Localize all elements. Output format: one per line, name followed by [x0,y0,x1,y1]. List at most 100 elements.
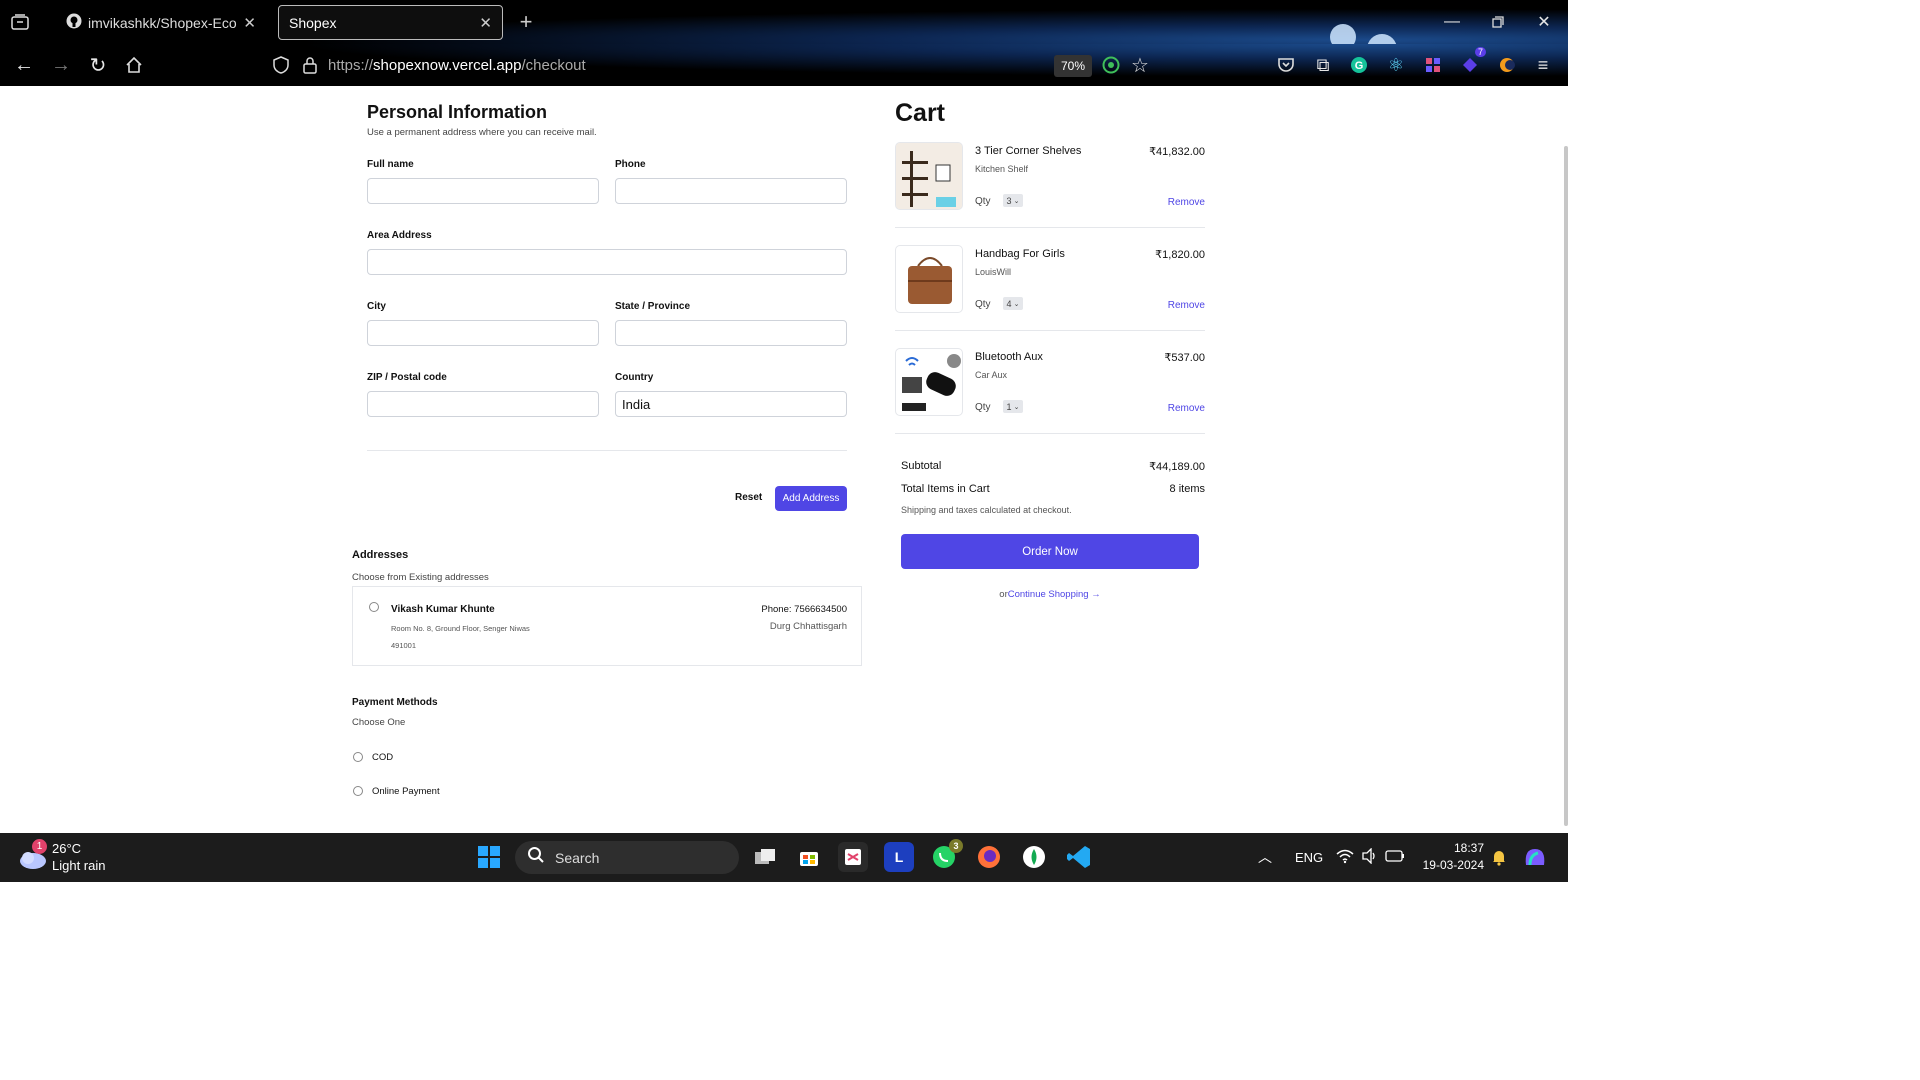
lock-icon[interactable] [298,53,322,77]
cart-item-brand: Kitchen Shelf [975,164,1029,174]
cart-item-brand: LouisWill [975,267,1012,277]
addresses-title: Addresses [352,549,409,561]
order-now-button[interactable]: Order Now [901,534,1199,569]
qty-select[interactable]: 4 ⌄ [1003,297,1023,310]
bookmark-star-icon[interactable]: ☆ [1128,53,1152,77]
city-input[interactable] [367,320,599,346]
react-devtools-icon[interactable]: ⚛ [1384,53,1408,77]
online-payment-label: Online Payment [372,786,440,797]
snipping-tool-icon[interactable] [838,842,868,872]
chevron-down-icon: ⌄ [1013,300,1020,308]
remove-button[interactable]: Remove [1168,403,1205,414]
extension-badge-icon[interactable]: 7 [1458,47,1486,77]
qty-select[interactable]: 1 ⌄ [1003,400,1023,413]
cart-item-name[interactable]: Bluetooth Aux [975,351,1043,363]
continue-shopping-link[interactable]: Continue Shopping → [1008,589,1101,600]
state-input[interactable] [615,320,847,346]
forward-icon[interactable]: → [49,53,73,77]
restore-icon[interactable] [1486,10,1510,34]
whatsapp-badge: 3 [949,839,963,853]
menu-icon[interactable]: ≡ [1531,53,1555,77]
product-thumbnail [895,142,963,210]
cart-item-name[interactable]: Handbag For Girls [975,248,1065,260]
address-card[interactable]: Vikash Kumar Khunte Room No. 8, Ground F… [352,586,862,666]
vscode-icon[interactable] [1064,842,1094,872]
volume-icon[interactable] [1361,847,1379,869]
firefox-icon[interactable] [974,842,1004,872]
show-hidden-icons[interactable]: ︿ [1258,847,1272,867]
qty-label: Qty [975,196,991,207]
subtotal-value: ₹44,189.00 [1149,461,1205,473]
weather-widget[interactable]: 1 26°C Light rain [14,839,134,877]
extension-badge-count: 7 [1474,47,1486,57]
language-indicator[interactable]: ENG [1295,850,1323,865]
country-select[interactable]: India [615,391,847,417]
tab-overview-icon[interactable] [8,10,32,34]
cart-item-name[interactable]: 3 Tier Corner Shelves [975,145,1081,157]
whatsapp-icon[interactable]: 3 [929,839,963,872]
form-divider [367,450,847,451]
phone-input[interactable] [615,178,847,204]
country-label: Country [615,372,654,383]
weather-desc: Light rain [52,858,106,873]
tab-shopex[interactable]: Shopex ✕ [278,5,503,40]
tab-github[interactable]: imvikashkk/Shopex-Ecommerce ✕ [56,5,266,40]
remove-button[interactable]: Remove [1168,300,1205,311]
online-payment-radio[interactable] [353,786,363,796]
reset-button[interactable]: Reset [735,492,762,503]
tracking-shield-icon[interactable] [269,53,293,77]
notification-bell-icon[interactable] [1491,848,1507,871]
profile-icon[interactable] [1495,53,1519,77]
remove-button[interactable]: Remove [1168,197,1205,208]
pocket-icon[interactable] [1274,53,1298,77]
back-icon[interactable]: ← [12,53,36,77]
cart-item-brand: Car Aux [975,370,1008,380]
url-field[interactable]: https://shopexnow.vercel.app/checkout [328,57,586,74]
battery-icon[interactable] [1385,849,1405,868]
continue-shopping: orContinue Shopping → [901,589,1199,600]
task-view-icon[interactable] [750,842,780,872]
search-icon [527,846,545,869]
address-pin: 491001 [391,641,417,650]
start-button[interactable] [474,842,504,872]
zip-input[interactable] [367,391,599,417]
url-host: shopexnow.vercel.app [373,57,522,74]
minimize-icon[interactable]: — [1440,10,1464,34]
phone-label: Phone [615,159,646,170]
product-thumbnail [895,245,963,313]
extensions-puzzle-icon[interactable]: ⧉ [1311,53,1335,77]
copilot-icon[interactable] [1522,845,1548,874]
add-address-button[interactable]: Add Address [775,486,847,511]
area-address-input[interactable] [367,249,847,275]
chevron-down-icon: ⌄ [1013,403,1020,411]
cod-radio[interactable] [353,752,363,762]
cart-item-price: ₹537.00 [1164,352,1205,364]
mongodb-compass-icon[interactable] [1019,842,1049,872]
full-name-label: Full name [367,159,414,170]
close-tab-icon[interactable]: ✕ [479,14,492,32]
weather-badge: 1 [32,839,47,854]
zoom-indicator[interactable]: 70% [1054,55,1092,77]
store-icon[interactable] [794,842,824,872]
close-window-icon[interactable]: ✕ [1532,10,1556,34]
clock-time: 18:37 [1453,841,1484,855]
address-radio[interactable] [369,602,379,612]
full-name-input[interactable] [367,178,599,204]
new-tab-icon[interactable]: + [514,9,538,34]
extension-target-icon[interactable] [1099,53,1123,77]
extension-grid-icon[interactable] [1421,53,1445,77]
clock[interactable]: 18:37 19-03-2024 [1410,841,1484,872]
github-icon [66,13,82,32]
svg-text:G: G [1355,60,1364,72]
qty-value: 1 [1006,401,1012,412]
l-app-icon[interactable]: L [884,842,914,872]
home-icon[interactable] [122,53,146,77]
taskbar-search[interactable]: Search [515,841,739,874]
cart-item-price: ₹1,820.00 [1155,249,1205,261]
qty-select[interactable]: 3 ⌄ [1003,194,1023,207]
close-tab-icon[interactable]: ✕ [243,14,256,32]
page-scrollbar[interactable] [1564,146,1568,826]
wifi-icon[interactable] [1336,848,1354,869]
reload-icon[interactable]: ↻ [86,53,110,77]
grammarly-icon[interactable]: G [1347,53,1371,77]
